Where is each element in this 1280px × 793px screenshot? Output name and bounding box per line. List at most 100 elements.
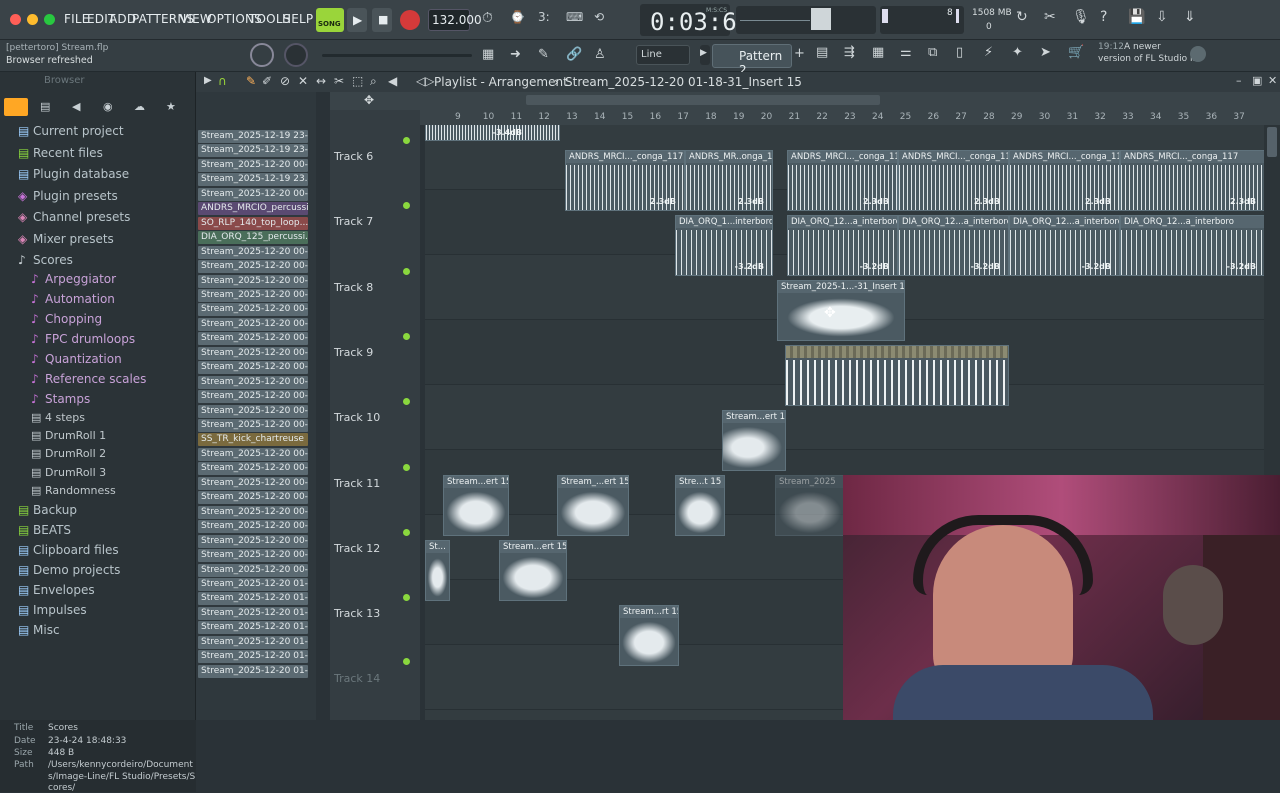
master-slider[interactable] — [322, 54, 472, 57]
picker-clip[interactable]: Stream_2025-12-20 00-03- — [198, 187, 308, 201]
link-icon[interactable]: 🔗 — [566, 47, 588, 65]
close-window-button[interactable] — [10, 14, 21, 25]
loop-record-icon[interactable]: ⟲ — [594, 10, 616, 30]
track-mute-led[interactable] — [403, 658, 410, 665]
browser-file[interactable]: Randomness — [45, 484, 116, 497]
mute-tool-icon[interactable]: ✕ — [298, 74, 308, 88]
help-icon[interactable]: ? — [1100, 9, 1120, 31]
conga-clip[interactable]: ANDRS_MRCI..._conga_117 2.3dB — [898, 150, 1009, 211]
browser-item[interactable]: Misc — [33, 623, 60, 637]
browser-item[interactable]: Scores — [33, 253, 73, 267]
track-mute-led[interactable] — [403, 528, 410, 536]
stream-clip[interactable]: Stre...t 15 — [675, 475, 725, 536]
export-icon[interactable]: ⇓ — [1184, 9, 1204, 31]
browser-item[interactable]: BEATS — [33, 523, 71, 537]
microphone-icon[interactable]: 🎙 — [1072, 9, 1092, 31]
track-mute-led[interactable] — [403, 463, 410, 471]
plugin-icon[interactable]: ⚡ — [984, 45, 1006, 65]
song-mode-toggle[interactable]: SONG — [316, 8, 344, 32]
picker-clip[interactable]: Stream_2025-12-20 00-51- — [198, 563, 308, 577]
browser-item[interactable]: Backup — [33, 503, 77, 517]
mixer-icon[interactable]: ⚌ — [900, 45, 922, 65]
picker-clip[interactable]: Stream_2025-12-20 00-39- — [198, 505, 308, 519]
browser-subfolder[interactable]: Automation — [45, 292, 115, 306]
channel-rack-icon[interactable]: ⇶ — [844, 45, 866, 65]
pattern-selector[interactable]: Pattern 2 — [712, 44, 792, 77]
piano-roll-icon[interactable]: ▦ — [482, 47, 504, 65]
picker-clip[interactable]: Stream_2025-12-19 23... — [198, 173, 308, 187]
dia-clip[interactable]: DIA_ORQ_12...a_interboro -3.2dB — [1120, 215, 1265, 276]
picker-clip[interactable]: Stream_2025-12-20 01-07- — [198, 621, 308, 635]
snap-select[interactable]: Line — [636, 45, 690, 65]
conga-clip[interactable]: ANDRS_MRCI..._conga_117 2.3dB — [1009, 150, 1120, 211]
picker-clip[interactable]: Stream_2025-12-20 00-30- — [198, 404, 308, 418]
stop-button[interactable]: ■ — [372, 8, 392, 32]
undo-icon[interactable]: ↻ — [1016, 9, 1036, 31]
slice-tool-icon[interactable]: ✂ — [334, 74, 344, 88]
time-display[interactable]: 0:03:63 M:S:CS — [640, 4, 751, 36]
picker-clip[interactable]: Stream_2025-12-20 00-01- — [198, 158, 308, 172]
browser-item[interactable]: Impulses — [33, 603, 87, 617]
picker-clip[interactable]: Stream_2025-12-20 00-41- — [198, 520, 308, 534]
brush-icon[interactable]: ✦ — [1012, 45, 1034, 65]
picker-clip[interactable]: Stream_2025-12-20 00-38- — [198, 491, 308, 505]
picker-clip[interactable]: Stream_2025-12-20 00-30- — [198, 390, 308, 404]
kick-clip[interactable] — [785, 345, 1009, 406]
picker-clip[interactable]: Stream_2025-12-20 00-37- — [198, 476, 308, 490]
stream-clip[interactable]: St... — [425, 540, 450, 601]
picker-clip[interactable]: Stream_2025-12-20 00-28- — [198, 361, 308, 375]
master-pitch-knob[interactable] — [284, 43, 308, 67]
add-pattern-icon[interactable]: + — [794, 46, 808, 66]
select-tool-icon[interactable]: ⬚ — [352, 74, 363, 88]
picker-clip[interactable]: Stream_2025-12-20 01-10- — [198, 650, 308, 664]
audio-clip[interactable]: -3.4dB — [425, 125, 560, 141]
stream-clip[interactable]: Stream...ert 15 — [443, 475, 509, 536]
magnet-icon[interactable]: ∩ — [218, 74, 227, 88]
minimize-panel-icon[interactable]: – — [1236, 74, 1242, 87]
track-name[interactable]: Track 12 — [334, 542, 380, 555]
track-name[interactable]: Track 8 — [334, 281, 373, 294]
step-edit-icon[interactable]: ⌨ — [566, 10, 588, 30]
track-mute-led[interactable] — [403, 594, 410, 602]
picker-clip[interactable]: Stream_2025-12-19 23-59- — [198, 130, 308, 143]
playlist-menu-arrow[interactable]: ▶ — [204, 75, 212, 86]
countdown-icon[interactable]: 3: — [538, 10, 560, 30]
browser-file[interactable]: DrumRoll 2 — [45, 447, 106, 460]
wait-record-icon[interactable]: ⌚ — [510, 10, 532, 30]
stream-clip[interactable]: Stream_2025-1...-31_Insert 15 ✥ — [777, 280, 905, 341]
picker-clip[interactable]: Stream_2025-12-20 00-23- — [198, 317, 308, 331]
browser-subfolder[interactable]: Chopping — [45, 312, 102, 326]
browser-subfolder[interactable]: Quantization — [45, 352, 122, 366]
cart-icon[interactable]: 🛒 — [1068, 45, 1090, 65]
menu-help[interactable]: HELP — [282, 12, 313, 26]
stream-clip[interactable]: Stream_...ert 15 — [557, 475, 629, 536]
picker-clip[interactable]: Stream_2025-12-20 00-23- — [198, 303, 308, 317]
track-name[interactable]: Track 6 — [334, 150, 373, 163]
picker-clip[interactable]: SS_TR_kick_chartreuse — [198, 433, 308, 447]
picker-clip[interactable]: Stream_2025-12-20 00-18- — [198, 260, 308, 274]
pattern-prev-arrow[interactable]: ▶ — [700, 45, 710, 65]
picker-clip[interactable]: Stream_2025-12-20 00-31- — [198, 419, 308, 432]
master-volume-knob[interactable] — [250, 43, 274, 67]
dia-clip[interactable]: DIA_ORQ_12...a_interboro -3.2dB — [1009, 215, 1120, 276]
track-name[interactable]: Track 10 — [334, 411, 380, 424]
save-as-icon[interactable]: ⇩ — [1156, 9, 1176, 31]
picker-clip[interactable]: Stream_2025-12-19 23-59- — [198, 144, 308, 158]
picker-clip[interactable]: Stream_2025-12-20 00-36- — [198, 447, 308, 461]
browser-item[interactable]: Mixer presets — [33, 232, 114, 246]
save-icon[interactable]: 💾 — [1128, 9, 1148, 31]
browser-cloud-icon[interactable]: ☁ — [134, 100, 145, 113]
conga-clip[interactable]: ANDRS_MRCI..._conga_117 2.3dB — [565, 150, 685, 211]
tempo-display[interactable]: 132.000 — [428, 9, 482, 31]
picker-clip[interactable]: Stream_2025-12-20 01-07- — [198, 606, 308, 620]
stream-clip[interactable]: Stream...ert 15 — [499, 540, 567, 601]
track-name[interactable]: Track 7 — [334, 215, 373, 228]
conga-clip[interactable]: ANDRS_MRCI..._conga_117 2.3dB — [1120, 150, 1265, 211]
conga-clip[interactable]: ANDRS_MR..onga_117 2.3dB — [685, 150, 773, 211]
delete-tool-icon[interactable]: ⊘ — [280, 74, 290, 88]
picker-clip[interactable]: Stream_2025-12-20 00-37- — [198, 462, 308, 476]
pencil-icon[interactable]: ✎ — [538, 47, 560, 65]
browser-star-icon[interactable]: ★ — [166, 100, 176, 113]
maximize-panel-icon[interactable]: ▣ — [1252, 74, 1262, 87]
picker-clip[interactable]: Stream_2025-12-20 00-14- — [198, 245, 308, 259]
